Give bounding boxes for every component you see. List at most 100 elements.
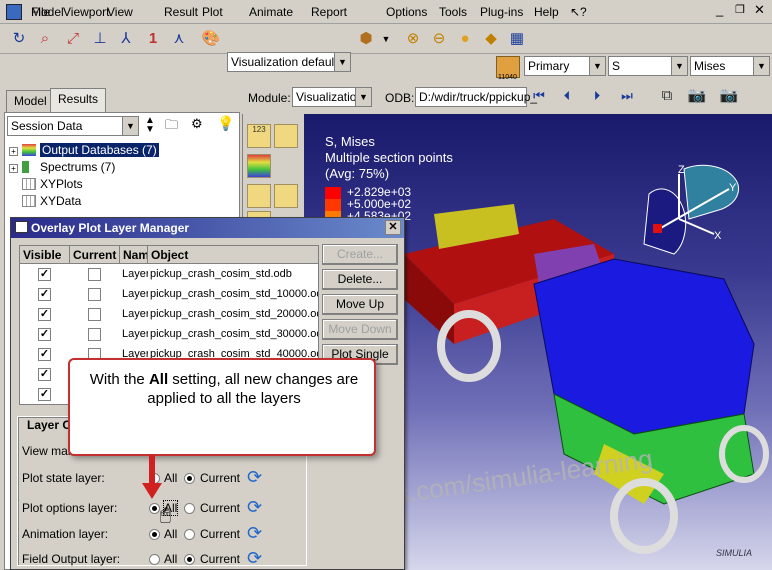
copy-icon[interactable]: ⧉ — [656, 85, 678, 107]
all-radio[interactable] — [149, 503, 160, 514]
visible-checkbox[interactable]: ✓ — [38, 388, 51, 401]
dropdown-icon[interactable]: ▼ — [375, 28, 397, 50]
expand-icon[interactable]: + — [9, 164, 18, 173]
whats-this-icon[interactable]: ↖? — [570, 5, 587, 19]
close-icon[interactable]: ✕ — [385, 220, 401, 235]
deformed-tool[interactable] — [247, 184, 271, 208]
menu-report[interactable]: Report — [311, 5, 347, 19]
tree-options-icon[interactable]: ⚙ — [191, 116, 203, 132]
visible-checkbox[interactable]: ✓ — [38, 368, 51, 381]
column-visible[interactable]: Visible — [20, 246, 70, 264]
visible-checkbox[interactable]: ✓ — [38, 288, 51, 301]
all-radio[interactable] — [149, 554, 160, 565]
layer-name-cell[interactable]: Layer — [122, 308, 148, 320]
lightbulb-icon[interactable]: 💡 — [217, 115, 234, 132]
contour-tool[interactable] — [247, 154, 271, 178]
layer-object-cell[interactable]: pickup_crash_cosim_std_30000.od — [150, 328, 318, 340]
primary-combo[interactable]: Primary ▼ — [524, 56, 606, 76]
undeformed-tool[interactable] — [274, 184, 298, 208]
column-current[interactable]: Current — [70, 246, 120, 264]
table-icon[interactable]: ▦ — [506, 28, 528, 50]
layer-name-cell[interactable]: Layer — [122, 288, 148, 300]
menu-tools[interactable]: Tools — [439, 5, 467, 19]
previous-frame-icon[interactable]: ⏴ — [556, 85, 578, 107]
filter-down-icon[interactable]: ▼ — [145, 124, 155, 135]
move-up-button[interactable]: Move Up — [322, 294, 398, 315]
tree-item-output-databases[interactable]: + Output Databases (7) — [9, 143, 159, 159]
menu-model[interactable]: Model — [31, 5, 64, 19]
last-frame-icon[interactable]: ⏭ — [616, 85, 638, 107]
tab-model[interactable]: Model — [6, 90, 55, 112]
csys-icon[interactable]: ⊥ — [89, 28, 111, 50]
overlay-icon[interactable]: ⊗ — [402, 28, 424, 50]
visible-checkbox[interactable]: ✓ — [38, 308, 51, 321]
tab-results[interactable]: Results — [50, 88, 107, 112]
current-checkbox[interactable] — [88, 288, 101, 301]
layer-object-cell[interactable]: pickup_crash_cosim_std_10000.od — [150, 288, 318, 300]
sync-icon[interactable]: ⟳ — [247, 467, 262, 488]
menu-options[interactable]: Options — [386, 5, 427, 19]
number-one-icon[interactable]: 1 — [142, 28, 164, 50]
odb-path-field[interactable]: D:/wdir/truck/ppickup_ — [415, 87, 537, 107]
minimize-icon[interactable]: _ — [716, 2, 723, 17]
app-icon[interactable] — [6, 4, 22, 20]
query-icon[interactable]: ⌕ — [34, 28, 56, 50]
first-frame-icon[interactable]: ⏮ — [528, 85, 550, 107]
layer-name-cell[interactable]: Layer — [122, 268, 148, 280]
render-style-icon[interactable]: ⬢ — [355, 28, 377, 50]
camera-settings-icon[interactable]: 📷 — [718, 85, 740, 107]
menu-plugins[interactable]: Plug-ins — [480, 5, 523, 19]
move-down-button[interactable]: Move Down — [322, 319, 398, 340]
layer-object-cell[interactable]: pickup_crash_cosim_std_20000.od — [150, 308, 318, 320]
all-radio[interactable] — [149, 529, 160, 540]
create-button[interactable]: Create... — [322, 244, 398, 265]
sync-icon[interactable]: ⟳ — [247, 497, 262, 518]
session-data-combo[interactable]: Session Data ▼ — [7, 116, 139, 136]
visible-checkbox[interactable]: ✓ — [38, 348, 51, 361]
layer-name-cell[interactable]: Layer — [122, 328, 148, 340]
visible-checkbox[interactable]: ✓ — [38, 268, 51, 281]
folder-icon[interactable]: 🗀 — [165, 116, 178, 138]
visible-checkbox[interactable]: ✓ — [38, 328, 51, 341]
next-frame-icon[interactable]: ⏵ — [586, 85, 608, 107]
sphere-icon[interactable]: ● — [454, 28, 476, 50]
layer-object-cell[interactable]: pickup_crash_cosim_std.odb — [150, 268, 318, 280]
module-combo[interactable]: Visualization ▼ — [292, 87, 372, 107]
menu-plot[interactable]: Plot — [202, 5, 223, 19]
column-name[interactable]: Name — [120, 246, 148, 264]
auto-fit-icon[interactable]: ⤢ — [62, 28, 84, 50]
overlay-plot-icon[interactable]: ⊖ — [428, 28, 450, 50]
current-checkbox[interactable] — [88, 268, 101, 281]
current-checkbox[interactable] — [88, 328, 101, 341]
palette-icon[interactable]: 🎨 — [200, 28, 222, 50]
variable-combo[interactable]: S ▼ — [608, 56, 688, 76]
expand-icon[interactable]: + — [9, 147, 18, 156]
menu-view[interactable]: View — [107, 5, 133, 19]
camera-icon[interactable]: 📷 — [686, 85, 708, 107]
shapes-icon[interactable]: ◆ — [480, 28, 502, 50]
current-radio[interactable] — [184, 473, 195, 484]
current-radio[interactable] — [184, 554, 195, 565]
current-radio[interactable] — [184, 503, 195, 514]
restore-icon[interactable]: ❐ — [735, 3, 745, 16]
probe-values-tool[interactable]: 123 — [247, 124, 271, 148]
current-radio[interactable] — [184, 529, 195, 540]
menu-animate[interactable]: Animate — [249, 5, 293, 19]
delete-button[interactable]: Delete... — [322, 269, 398, 290]
rotate-icon[interactable]: ↻ — [8, 28, 30, 50]
menu-result[interactable]: Result — [164, 5, 198, 19]
column-object[interactable]: Object — [148, 246, 318, 264]
dialog-title-bar[interactable]: Overlay Plot Layer Manager ✕ — [11, 218, 404, 238]
tree-item-xydata[interactable]: XYData — [9, 194, 81, 210]
close-icon[interactable]: ✕ — [754, 2, 765, 18]
sync-icon[interactable]: ⟳ — [247, 548, 262, 569]
sync-icon[interactable]: ⟳ — [247, 523, 262, 544]
tree-item-xyplots[interactable]: XYPlots — [9, 177, 83, 193]
menu-help[interactable]: Help — [534, 5, 559, 19]
current-checkbox[interactable] — [88, 308, 101, 321]
tree-item-spectrums[interactable]: + Spectrums (7) — [9, 160, 115, 176]
csys-xyz-icon[interactable]: ⅄ — [115, 28, 137, 50]
component-combo[interactable]: Mises ▼ — [690, 56, 770, 76]
menu-viewport[interactable]: Viewport — [63, 5, 109, 19]
query-tool[interactable] — [274, 124, 298, 148]
